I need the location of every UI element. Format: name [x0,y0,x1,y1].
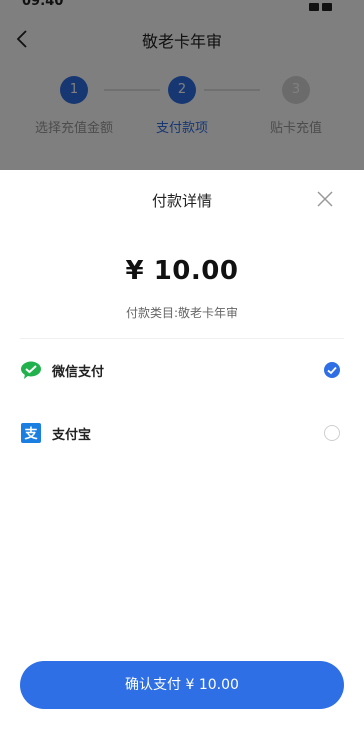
sheet-title: 付款详情 [151,192,212,210]
payment-description: 付款类目:敬老卡年审 [125,306,239,320]
payment-method-alipay[interactable]: 支 支付宝 [0,413,364,453]
confirm-pay-button[interactable]: 确认支付 ¥ 10.00 [20,661,344,709]
selected-check-icon[interactable] [324,362,340,378]
modal-overlay[interactable] [0,0,364,170]
payment-amount: ¥ 10.00 [125,256,239,286]
payment-method-wechat[interactable]: 微信支付 [0,350,364,390]
svg-text:支: 支 [23,426,38,442]
wechat-pay-icon [20,360,42,380]
method-label: 支付宝 [52,428,92,443]
payment-sheet: 付款详情 ¥ 10.00 付款类目:敬老卡年审 微信支付 支 支付宝 确认支付 … [0,170,364,737]
divider [20,338,344,339]
close-button[interactable] [314,188,336,210]
method-label: 微信支付 [52,365,105,380]
alipay-icon: 支 [20,423,42,443]
close-icon [317,191,333,207]
unselected-radio-icon[interactable] [324,425,340,441]
